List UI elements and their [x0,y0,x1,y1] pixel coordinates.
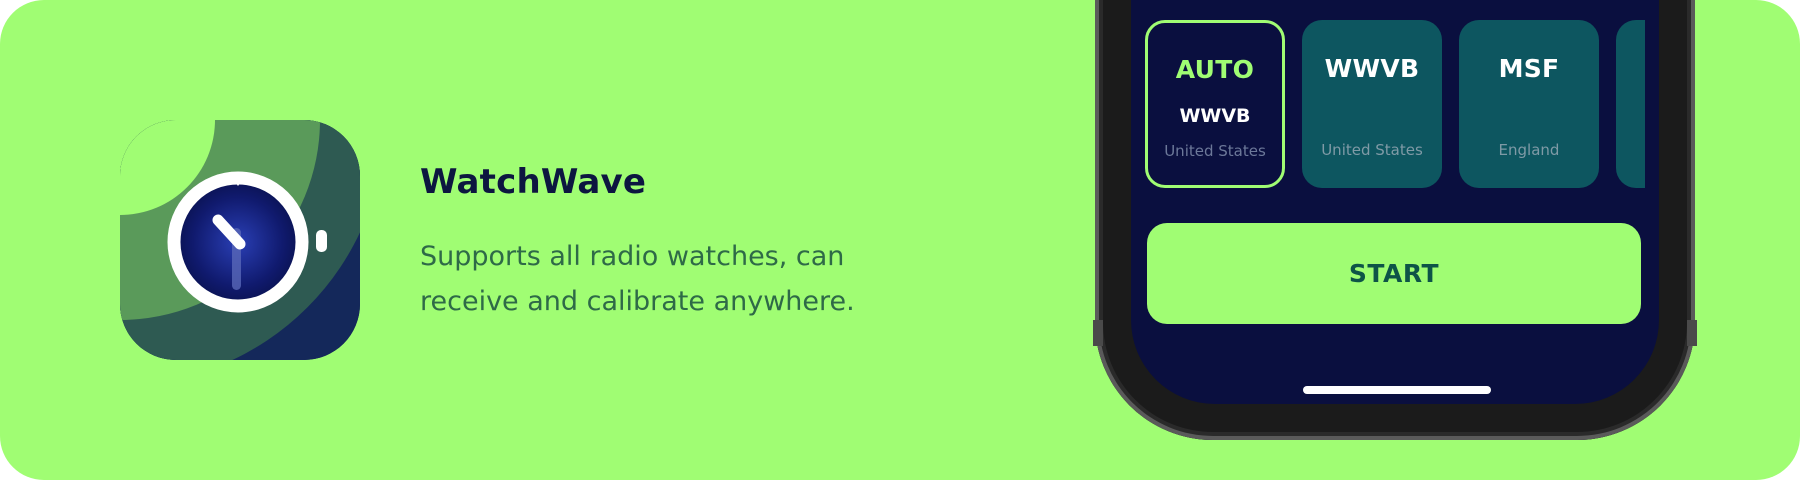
station-card-msf[interactable]: MSF England [1459,20,1599,188]
station-code: WWVB [1179,105,1251,127]
station-title: AUTO [1175,55,1255,84]
station-card-partial[interactable]: D [1616,20,1645,188]
app-description: Supports all radio watches, can receive … [420,241,855,317]
phone-screen: AUTO WWVB United States WWVB United Stat… [1131,0,1659,404]
phone-side-button [1093,320,1103,346]
start-button[interactable]: START [1147,223,1641,324]
promo-banner: WatchWave Supports all radio watches, ca… [0,0,1800,480]
station-title: MSF [1498,54,1560,83]
station-title: WWVB [1324,54,1420,83]
home-indicator [1303,386,1491,394]
station-country: United States [1321,141,1423,159]
station-list: AUTO WWVB United States WWVB United Stat… [1145,20,1645,190]
station-card-auto[interactable]: AUTO WWVB United States [1145,20,1285,188]
station-country: United States [1164,142,1266,160]
station-title: D [1616,54,1645,83]
station-card-wwvb[interactable]: WWVB United States [1302,20,1442,188]
watch-radio-icon [120,120,360,360]
phone-side-button [1687,320,1697,346]
app-name: WatchWave [420,162,647,202]
phone-mockup: AUTO WWVB United States WWVB United Stat… [1093,0,1697,440]
station-country: England [1498,141,1560,159]
